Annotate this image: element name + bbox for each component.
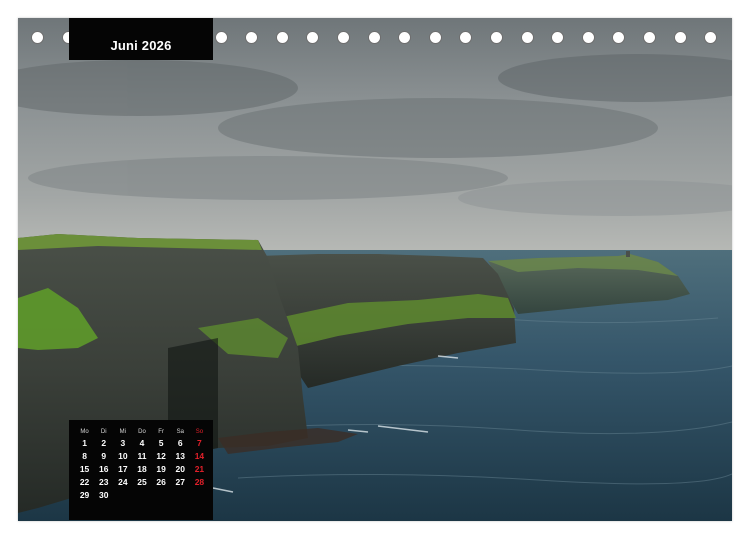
day-cell: 29 bbox=[79, 489, 90, 500]
weekday-label: Mi bbox=[119, 428, 127, 435]
day-cell: 20 bbox=[175, 463, 185, 474]
week-row: 29 30 bbox=[75, 488, 209, 501]
day-cell: 2 bbox=[101, 438, 107, 449]
binding-hole bbox=[367, 31, 381, 44]
binding-hole bbox=[31, 31, 44, 44]
day-cell bbox=[171, 488, 190, 501]
binding-hole bbox=[581, 31, 595, 44]
day-cell: 13 bbox=[175, 451, 185, 462]
binding-hole bbox=[337, 31, 350, 44]
day-cell: 3 bbox=[120, 438, 126, 449]
day-cell: 10 bbox=[118, 451, 128, 462]
day-cell: 26 bbox=[156, 476, 166, 487]
day-cell-sunday: 14 bbox=[194, 451, 205, 462]
weekday-label: Sa bbox=[176, 428, 184, 435]
weekday-label: Fr bbox=[158, 428, 164, 435]
day-cell: 22 bbox=[79, 476, 90, 487]
far-tower bbox=[626, 251, 630, 257]
day-cell: 1 bbox=[82, 438, 87, 449]
day-cell: 8 bbox=[82, 451, 87, 462]
weekday-row: Mo Di Mi Do Fr Sa So bbox=[75, 426, 209, 437]
day-cell: 30 bbox=[98, 489, 109, 500]
day-cell: 24 bbox=[118, 476, 128, 487]
day-cell-sunday: 21 bbox=[194, 463, 205, 474]
day-cell: 12 bbox=[156, 451, 166, 462]
week-row: 1 2 3 4 5 6 7 bbox=[75, 437, 209, 450]
binding-hole bbox=[520, 31, 534, 44]
day-cell-sunday bbox=[190, 488, 209, 501]
day-cell: 6 bbox=[177, 438, 183, 449]
weekday-label: Di bbox=[100, 428, 107, 435]
day-cell: 11 bbox=[137, 451, 147, 462]
binding-hole bbox=[704, 31, 718, 44]
binding-hole bbox=[275, 31, 289, 44]
day-cell: 18 bbox=[137, 463, 147, 474]
day-cell bbox=[152, 488, 171, 501]
week-row: 8 9 10 11 12 13 14 bbox=[75, 450, 209, 463]
month-header: Juni 2026 bbox=[69, 18, 213, 60]
week-row: 22 23 24 25 26 27 28 bbox=[75, 475, 209, 488]
day-cell: 9 bbox=[101, 451, 107, 462]
day-cell: 17 bbox=[118, 463, 128, 474]
weekday-label-sunday: So bbox=[195, 428, 204, 435]
binding-hole bbox=[306, 31, 320, 44]
binding-hole bbox=[612, 31, 626, 44]
day-cell: 23 bbox=[98, 476, 109, 487]
weekday-label: Mo bbox=[80, 428, 89, 435]
day-cell: 27 bbox=[175, 476, 185, 487]
binding-hole bbox=[428, 31, 442, 44]
day-cell bbox=[113, 488, 132, 501]
day-cell: 4 bbox=[139, 438, 145, 449]
binding-hole bbox=[551, 31, 565, 44]
day-cell: 15 bbox=[79, 463, 90, 474]
day-cell-sunday: 28 bbox=[194, 476, 205, 487]
calendar-grid: Mo Di Mi Do Fr Sa So 1 2 3 4 5 6 7 8 9 1… bbox=[75, 426, 209, 501]
day-cell: 5 bbox=[158, 438, 164, 449]
day-cell bbox=[132, 488, 151, 501]
weekday-label: Do bbox=[138, 428, 146, 435]
week-row: 15 16 17 18 19 20 21 bbox=[75, 463, 209, 476]
binding-hole bbox=[673, 31, 687, 44]
binding-hole bbox=[643, 31, 656, 44]
binding-hole bbox=[214, 31, 228, 44]
binding-hole bbox=[459, 31, 473, 44]
mini-calendar: Mo Di Mi Do Fr Sa So 1 2 3 4 5 6 7 8 9 1… bbox=[69, 420, 213, 520]
binding-hole bbox=[245, 31, 259, 44]
month-title: Juni 2026 bbox=[110, 38, 172, 53]
day-cell: 25 bbox=[137, 476, 147, 487]
day-cell: 16 bbox=[98, 463, 109, 474]
day-cell: 19 bbox=[156, 463, 166, 474]
binding-hole bbox=[398, 31, 412, 44]
day-cell-sunday: 7 bbox=[197, 438, 202, 449]
binding-hole bbox=[490, 31, 503, 44]
